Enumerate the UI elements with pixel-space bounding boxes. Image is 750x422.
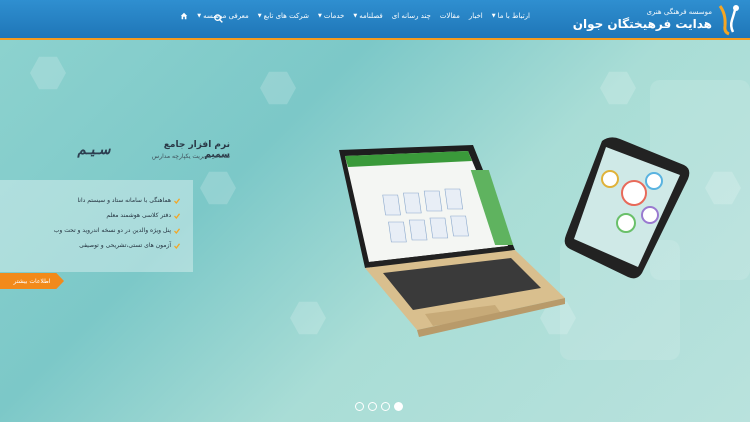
nav-label: اخبار — [468, 12, 483, 20]
nav-label: فصلنامه — [359, 12, 383, 20]
nav-label: ارتباط با ما — [497, 12, 530, 20]
logo-title: هدایت فرهیختگان جوان — [572, 17, 712, 31]
background-hex — [600, 71, 636, 105]
feature-item: هماهنگی با سامانه ستاد و سیستم دانا — [30, 193, 180, 208]
feature-text: پنل ویژه والدین در دو نسخه اندروید و تحت… — [53, 227, 171, 234]
nav-quarterly[interactable]: فصلنامه ▼ — [353, 12, 382, 20]
nav-articles[interactable]: مقالات — [440, 12, 460, 20]
nav-companies[interactable]: شرکت های تابع ▼ — [258, 12, 309, 20]
feature-text: هماهنگی با سامانه ستاد و سیستم دانا — [77, 197, 171, 204]
more-info-button[interactable]: اطلاعات بیشتر — [0, 273, 64, 289]
home-icon — [181, 12, 188, 20]
background-hex — [200, 171, 236, 205]
logo-subtitle: موسسه فرهنگی هنری — [646, 8, 712, 16]
product-logo: سـیـم — [76, 142, 113, 158]
search-icon[interactable] — [214, 14, 223, 23]
phone-image — [564, 137, 690, 279]
check-icon — [174, 197, 180, 204]
feature-item: پنل ویژه والدین در دو نسخه اندروید و تحت… — [30, 223, 180, 238]
chevron-down-icon: ▼ — [353, 13, 358, 19]
background-hex — [290, 301, 326, 335]
header-bar: موسسه فرهنگی هنری هدایت فرهیختگان جوان م… — [0, 0, 750, 40]
nav-home[interactable] — [180, 12, 188, 20]
product-subtitle: سامانه مدیریت یکپارچه مدارس — [151, 153, 230, 160]
check-icon — [174, 227, 180, 234]
slide-dot-4[interactable] — [394, 402, 403, 411]
feature-text: آزمون های تستی،تشریحی و توصیفی — [79, 242, 171, 249]
site-logo[interactable]: موسسه فرهنگی هنری هدایت فرهیختگان جوان — [573, 2, 742, 38]
logo-mark-icon — [718, 5, 739, 36]
laptop-image — [339, 145, 565, 337]
nav-label: مقالات — [439, 12, 460, 20]
slide-dot-3[interactable] — [381, 402, 390, 411]
chevron-down-icon: ▼ — [197, 13, 202, 19]
nav-label: خدمات — [323, 12, 345, 20]
nav-label: معرفی موسسه — [203, 12, 249, 20]
chevron-down-icon: ▼ — [491, 13, 496, 19]
main-nav: معرفی موسسه ▼ شرکت های تابع ▼ خدمات ▼ فصلنا… — [180, 12, 530, 20]
feature-text: دفتر کلاسی هوشمند معلم — [106, 212, 171, 219]
feature-list: هماهنگی با سامانه ستاد و سیستم دانا دفتر… — [30, 193, 180, 253]
nav-label: شرکت های تابع — [263, 12, 310, 20]
check-icon — [174, 242, 180, 249]
slide-dot-1[interactable] — [355, 402, 364, 411]
background-hex — [260, 71, 296, 105]
nav-multimedia[interactable]: چند رسانه ای — [392, 12, 431, 20]
nav-label: چند رسانه ای — [391, 12, 431, 20]
slide-dot-2[interactable] — [368, 402, 377, 411]
slider-dots — [355, 402, 403, 411]
chevron-down-icon: ▼ — [318, 13, 322, 19]
feature-item: دفتر کلاسی هوشمند معلم — [30, 208, 180, 223]
feature-item: آزمون های تستی،تشریحی و توصیفی — [30, 238, 180, 253]
nav-services[interactable]: خدمات ▼ — [318, 12, 344, 20]
nav-news[interactable]: اخبار — [469, 12, 483, 20]
check-icon — [174, 212, 180, 219]
background-hex — [30, 56, 66, 90]
chevron-down-icon: ▼ — [257, 13, 262, 19]
nav-contact[interactable]: ارتباط با ما ▼ — [492, 12, 530, 20]
